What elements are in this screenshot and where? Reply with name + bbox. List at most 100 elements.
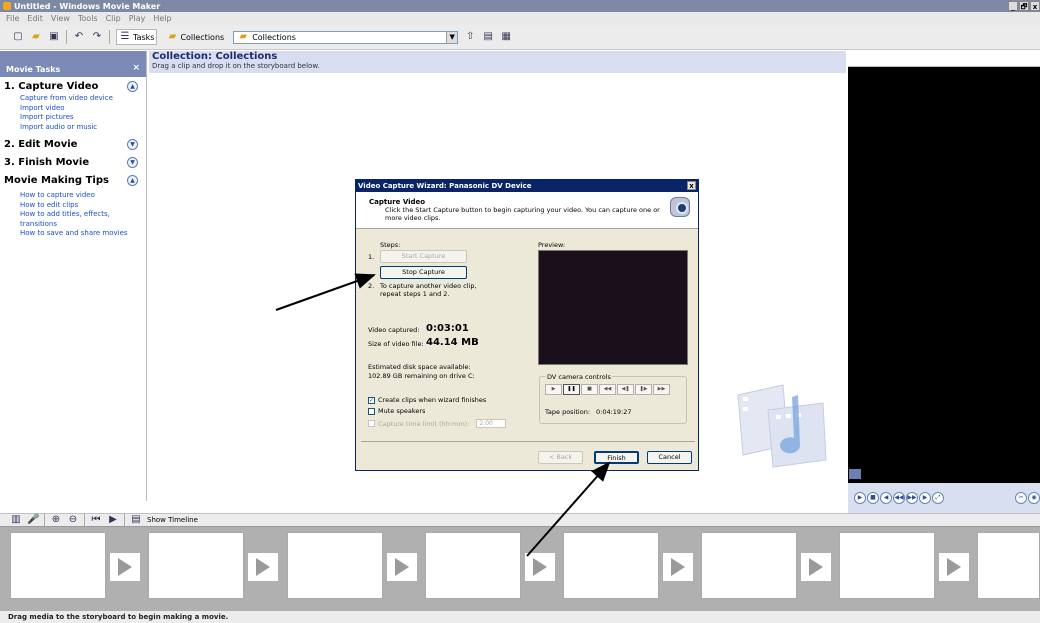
menu-play[interactable]: Play: [129, 14, 146, 23]
save-project-icon[interactable]: ▣: [48, 31, 60, 43]
transition-slot[interactable]: [387, 553, 417, 581]
link-import-audio[interactable]: Import audio or music: [0, 123, 146, 133]
back-button[interactable]: < Back: [538, 451, 583, 464]
link-how-capture[interactable]: How to capture video: [0, 191, 146, 201]
close-icon[interactable]: ×: [132, 63, 140, 73]
minimize-button[interactable]: _: [1008, 1, 1018, 11]
storyboard-clip-slot[interactable]: [287, 532, 383, 599]
checkbox-box[interactable]: ✓: [368, 396, 375, 404]
next-frame-icon[interactable]: ▶: [919, 492, 931, 504]
finish-button[interactable]: Finish: [594, 451, 639, 464]
transition-slot[interactable]: [801, 553, 831, 581]
link-how-edit[interactable]: How to edit clips: [0, 201, 146, 211]
link-how-save[interactable]: How to save and share movies: [0, 229, 146, 239]
fast-forward-icon[interactable]: ▶▶: [653, 384, 670, 395]
collections-button[interactable]: ▰ Collections: [163, 29, 227, 45]
cancel-button[interactable]: Cancel: [647, 451, 692, 464]
forward-icon[interactable]: ▶▶: [906, 492, 918, 504]
checkbox-box[interactable]: [368, 407, 375, 415]
new-folder-icon[interactable]: ▤: [482, 31, 494, 43]
rewind-icon[interactable]: ◀◀: [599, 384, 616, 395]
rewind-storyboard-icon[interactable]: ⏮: [90, 514, 102, 526]
split-icon[interactable]: ✂: [1015, 492, 1027, 504]
menu-help[interactable]: Help: [153, 14, 171, 23]
show-timeline-button[interactable]: Show Timeline: [147, 516, 198, 524]
link-how-titles[interactable]: How to add titles, effects, transitions: [0, 210, 146, 229]
storyboard-clip-slot[interactable]: [425, 532, 521, 599]
transition-slot[interactable]: [110, 553, 140, 581]
chevron-down-icon[interactable]: ▼: [446, 31, 458, 43]
zoom-out-icon[interactable]: ⊖: [67, 514, 79, 526]
step-2-text: To capture another video clip, repeat st…: [380, 282, 477, 298]
storyboard-clip-slot[interactable]: [148, 532, 244, 599]
split-clip-icon[interactable]: [849, 469, 861, 479]
toolbar-separator: [124, 513, 125, 527]
timeline-icon: ▤: [131, 514, 141, 525]
new-project-icon[interactable]: ▢: [12, 31, 24, 43]
section-edit-movie[interactable]: 2. Edit Movie ▼: [0, 137, 146, 152]
music-film-icon: [737, 384, 827, 468]
section-finish-movie[interactable]: 3. Finish Movie ▼: [0, 155, 146, 170]
start-capture-button[interactable]: Start Capture: [380, 250, 467, 263]
tasks-button[interactable]: ☰ Tasks: [116, 29, 158, 45]
play-storyboard-icon[interactable]: ▶: [107, 514, 119, 526]
play-icon[interactable]: ▶: [854, 492, 866, 504]
link-capture-from-device[interactable]: Capture from video device: [0, 94, 146, 104]
rewind-icon[interactable]: ◀◀: [893, 492, 905, 504]
menu-edit[interactable]: Edit: [27, 14, 43, 23]
chevron-down-icon[interactable]: ▼: [127, 139, 138, 150]
redo-icon[interactable]: ↷: [91, 31, 103, 43]
undo-icon[interactable]: ↶: [73, 31, 85, 43]
stop-capture-button[interactable]: Stop Capture: [380, 266, 467, 279]
narrate-icon[interactable]: 🎤: [27, 514, 39, 526]
collections-combo[interactable]: ▰ Collections ▼: [233, 30, 459, 44]
capture-limit-checkbox[interactable]: Capture time limit (hh:mm): 2:00: [368, 419, 507, 428]
storyboard[interactable]: [0, 526, 1040, 611]
transition-slot[interactable]: [248, 553, 278, 581]
views-icon[interactable]: ▦: [500, 31, 512, 43]
menu-clip[interactable]: Clip: [106, 14, 121, 23]
set-audio-levels-icon[interactable]: ▥: [10, 514, 22, 526]
capture-limit-stepper[interactable]: 2:00: [476, 419, 507, 428]
zoom-in-icon[interactable]: ⊕: [50, 514, 62, 526]
transition-slot[interactable]: [525, 553, 555, 581]
checkbox-box[interactable]: [368, 420, 375, 427]
mute-speakers-checkbox[interactable]: Mute speakers: [368, 407, 425, 415]
restore-button[interactable]: 🗗: [1019, 1, 1029, 11]
storyboard-clip-slot[interactable]: [839, 532, 935, 599]
pause-icon[interactable]: ❚❚: [563, 384, 580, 395]
preview-monitor: ▶ ■ ◀ ◀◀ ▶▶ ▶ ⤢ ✂ ◉: [848, 51, 1040, 513]
storyboard-clip-slot[interactable]: [977, 532, 1040, 599]
dialog-close-button[interactable]: x: [687, 181, 696, 190]
create-clips-checkbox[interactable]: ✓ Create clips when wizard finishes: [368, 396, 486, 404]
link-import-pictures[interactable]: Import pictures: [0, 113, 146, 123]
link-import-video[interactable]: Import video: [0, 104, 146, 114]
status-bar: Drag media to the storyboard to begin ma…: [0, 611, 1040, 623]
storyboard-clip-slot[interactable]: [10, 532, 106, 599]
section-capture-video[interactable]: 1. Capture Video ▲: [0, 79, 146, 94]
up-folder-icon[interactable]: ⇧: [464, 31, 476, 43]
chevron-up-icon[interactable]: ▲: [127, 81, 138, 92]
menu-tools[interactable]: Tools: [78, 14, 98, 23]
storyboard-clip-slot[interactable]: [563, 532, 659, 599]
take-picture-icon[interactable]: ◉: [1028, 492, 1040, 504]
full-screen-icon[interactable]: ⤢: [932, 492, 944, 504]
menu-view[interactable]: View: [51, 14, 70, 23]
close-button[interactable]: x: [1030, 1, 1040, 11]
movie-tasks-header: Movie Tasks ×: [0, 51, 146, 77]
chevron-down-icon[interactable]: ▼: [127, 157, 138, 168]
play-icon[interactable]: ▶: [545, 384, 562, 395]
transition-slot[interactable]: [663, 553, 693, 581]
open-project-icon[interactable]: ▰: [30, 31, 42, 43]
storyboard-clip-slot[interactable]: [701, 532, 797, 599]
create-clips-label: Create clips when wizard finishes: [378, 396, 487, 404]
previous-frame-icon[interactable]: ◀❚: [617, 384, 634, 395]
stop-icon[interactable]: ■: [867, 492, 879, 504]
chevron-up-icon[interactable]: ▲: [127, 175, 138, 186]
section-movie-tips[interactable]: Movie Making Tips ▲: [0, 173, 146, 188]
next-frame-icon[interactable]: ❚▶: [635, 384, 652, 395]
menu-file[interactable]: File: [6, 14, 19, 23]
transition-slot[interactable]: [939, 553, 969, 581]
previous-frame-icon[interactable]: ◀: [880, 492, 892, 504]
stop-icon[interactable]: ■: [581, 384, 598, 395]
